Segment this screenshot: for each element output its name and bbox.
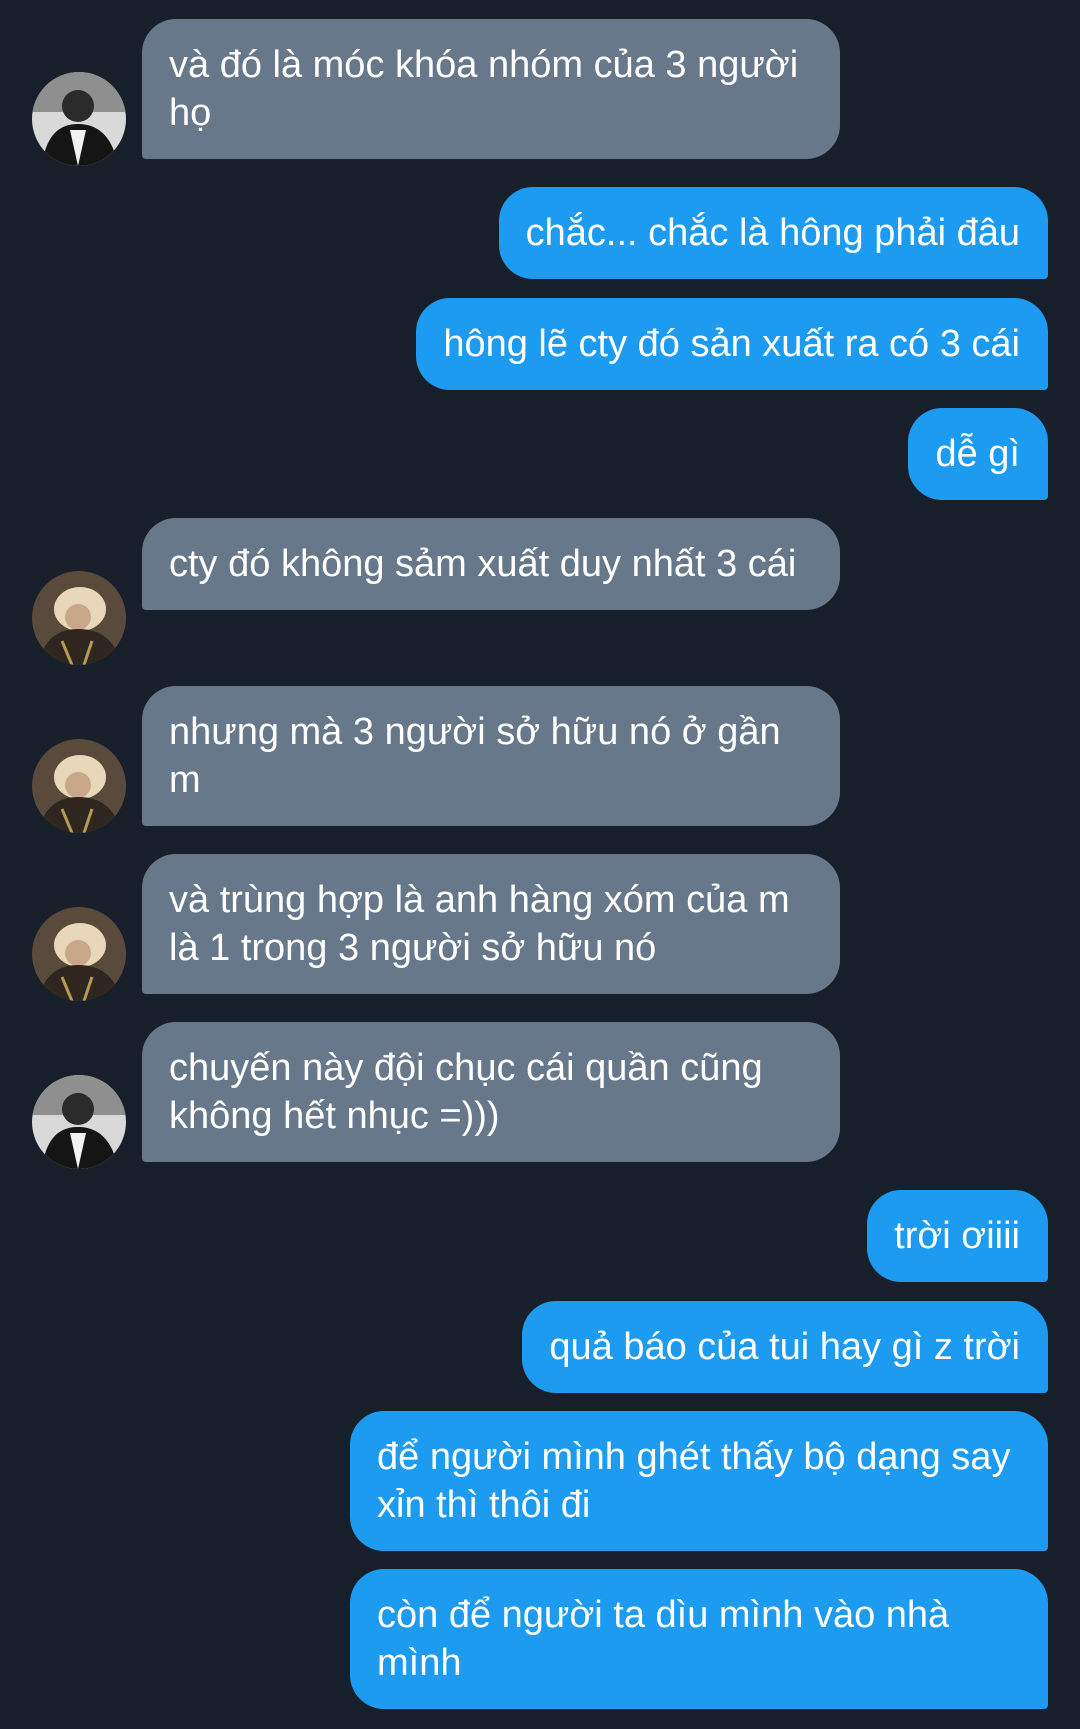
outgoing-message[interactable]: còn để người ta dìu mình vào nhà mình	[350, 1569, 1048, 1709]
outgoing-message[interactable]: quả báo của tui hay gì z trời	[522, 1301, 1048, 1393]
incoming-message[interactable]: nhưng mà 3 người sở hữu nó ở gần m	[142, 686, 840, 826]
avatar-photo-icon	[32, 1075, 126, 1169]
outgoing-message[interactable]: trời ơiiii	[867, 1190, 1048, 1282]
blonde-hair-avatar[interactable]	[32, 907, 126, 1001]
incoming-message[interactable]: cty đó không sảm xuất duy nhất 3 cái	[142, 518, 840, 610]
outgoing-message[interactable]: hông lẽ cty đó sản xuất ra có 3 cái	[416, 298, 1048, 390]
avatar-photo-icon	[32, 739, 126, 833]
outgoing-message[interactable]: chắc... chắc là hông phải đâu	[498, 187, 1048, 279]
incoming-message[interactable]: và trùng hợp là anh hàng xóm của m là 1 …	[142, 854, 840, 994]
outgoing-message[interactable]: dễ gì	[908, 408, 1048, 500]
incoming-message[interactable]: chuyến này đội chục cái quần cũng không …	[142, 1022, 840, 1162]
incoming-message[interactable]: và đó là móc khóa nhóm của 3 người họ	[142, 19, 840, 159]
avatar-photo-icon	[32, 72, 126, 166]
dark-hair-avatar[interactable]	[32, 1075, 126, 1169]
blonde-hair-avatar[interactable]	[32, 571, 126, 665]
dark-hair-avatar[interactable]	[32, 72, 126, 166]
chat-thread: và đó là móc khóa nhóm của 3 người họ ch…	[0, 0, 1080, 1729]
outgoing-message[interactable]: để người mình ghét thấy bộ dạng say xỉn …	[350, 1411, 1048, 1551]
avatar-photo-icon	[32, 571, 126, 665]
blonde-hair-avatar[interactable]	[32, 739, 126, 833]
avatar-photo-icon	[32, 907, 126, 1001]
